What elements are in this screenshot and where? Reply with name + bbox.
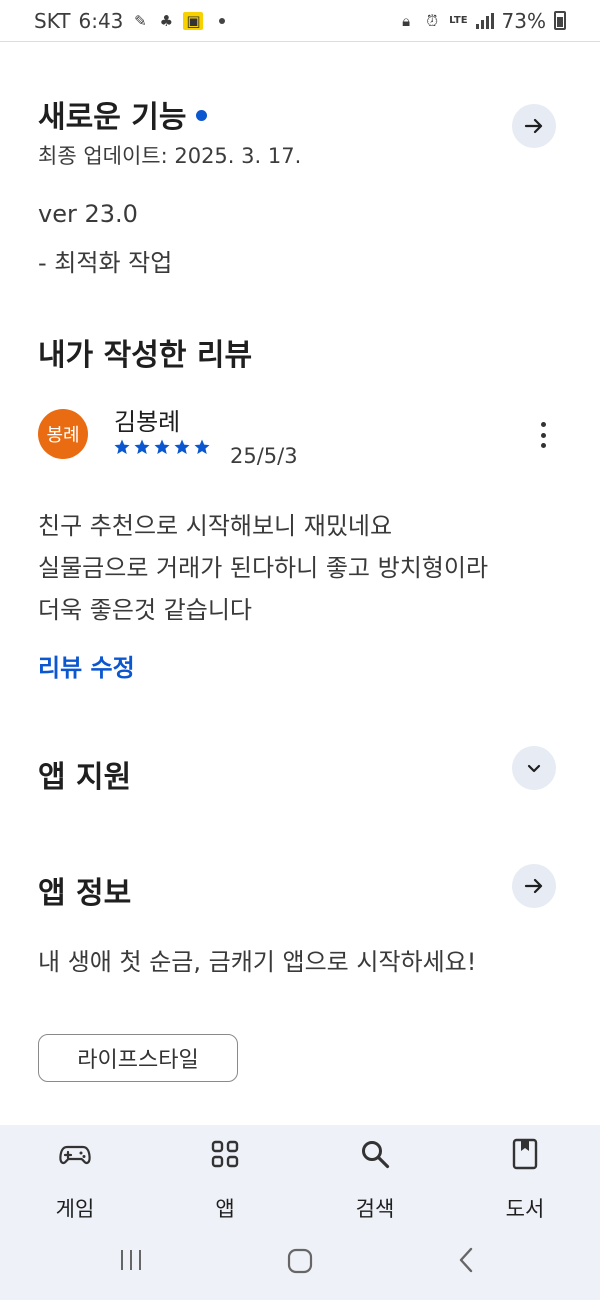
edit-review-link[interactable]: 리뷰 수정 [38, 648, 135, 683]
review-text-line: 친구 추천으로 시작해보니 재밌네요 [38, 512, 393, 540]
app-info-arrow-button[interactable] [512, 864, 556, 908]
nav-label-books: 도서 [505, 1197, 545, 1221]
whats-new-arrow-button[interactable] [512, 104, 556, 148]
avatar: 봉례 [38, 409, 88, 459]
more-options-icon[interactable] [530, 418, 556, 452]
review-text-line: 더욱 좋은것 같습니다 [38, 596, 252, 624]
notification-app-icon: ✎ [134, 11, 147, 30]
version-text: ver 23.0 [38, 200, 138, 228]
new-indicator-dot [196, 110, 208, 121]
chevron-down-icon [527, 764, 541, 773]
review-date: 25/5/3 [230, 444, 298, 468]
notification-app-icon: ♣ [159, 11, 174, 30]
nav-item-books[interactable]: 도서 [470, 1137, 580, 1223]
star-icon [134, 439, 150, 454]
arrow-right-icon [524, 878, 543, 894]
nav-label-games: 게임 [55, 1197, 95, 1221]
signal-icon [475, 12, 494, 29]
arrow-right-icon [524, 118, 543, 134]
app-info-title: 앱 정보 [38, 876, 132, 911]
back-icon[interactable] [456, 1247, 478, 1273]
star-icon [114, 439, 130, 454]
app-support-title: 앱 지원 [38, 760, 132, 795]
carrier-label: SKT [34, 8, 71, 33]
home-icon[interactable] [286, 1247, 314, 1275]
bottom-nav: 게임 앱 검색 도서 [0, 1125, 600, 1300]
nav-item-games[interactable]: 게임 [20, 1137, 130, 1223]
star-icon [154, 439, 170, 454]
apps-grid-icon [211, 1140, 239, 1168]
nav-item-apps[interactable]: 앱 [170, 1137, 280, 1223]
notification-app-icon: ▣ [183, 11, 204, 30]
battery-icon [554, 11, 566, 30]
battery-percent: 73% [501, 8, 546, 33]
whats-new-title: 새로운 기능 [38, 100, 187, 135]
review-text-line: 실물금으로 거래가 된다하니 좋고 방치형이라 [38, 554, 489, 582]
app-description: 내 생애 첫 순금, 금캐기 앱으로 시작하세요! [38, 948, 477, 976]
search-icon [362, 1141, 390, 1169]
my-review-title: 내가 작성한 리뷰 [38, 338, 253, 373]
release-notes-text: - 최적화 작업 [38, 249, 173, 277]
last-updated-text: 최종 업데이트: 2025. 3. 17. [38, 144, 302, 168]
lock-icon: 🔒︎ [402, 11, 411, 30]
nav-label-apps: 앱 [215, 1197, 235, 1221]
whats-new-heading: 새로운 기능 [38, 92, 208, 136]
status-bar: SKT 6:43 ✎ ♣ ▣ 🔒︎ ⏰︎ LTE 73% [0, 0, 600, 42]
recent-apps-icon[interactable] [118, 1247, 144, 1273]
star-rating [113, 438, 211, 456]
category-chip[interactable]: 라이프스타일 [38, 1034, 238, 1082]
nav-item-search[interactable]: 검색 [320, 1137, 430, 1223]
gamepad-icon [59, 1145, 91, 1165]
status-left: SKT 6:43 ✎ ♣ ▣ [34, 8, 226, 33]
reviewer-name: 김봉례 [114, 408, 181, 436]
nav-label-search: 검색 [355, 1197, 395, 1221]
clock: 6:43 [78, 8, 124, 33]
star-icon [194, 439, 210, 454]
status-right: 🔒︎ ⏰︎ LTE 73% [397, 9, 566, 33]
star-icon [174, 439, 190, 454]
app-support-expand-button[interactable] [512, 746, 556, 790]
more-notifications-icon [219, 17, 226, 24]
book-icon [512, 1138, 538, 1170]
system-navigation-bar [0, 1237, 600, 1287]
alarm-icon: ⏰︎ [426, 11, 439, 30]
lte-icon: LTE [449, 15, 468, 26]
